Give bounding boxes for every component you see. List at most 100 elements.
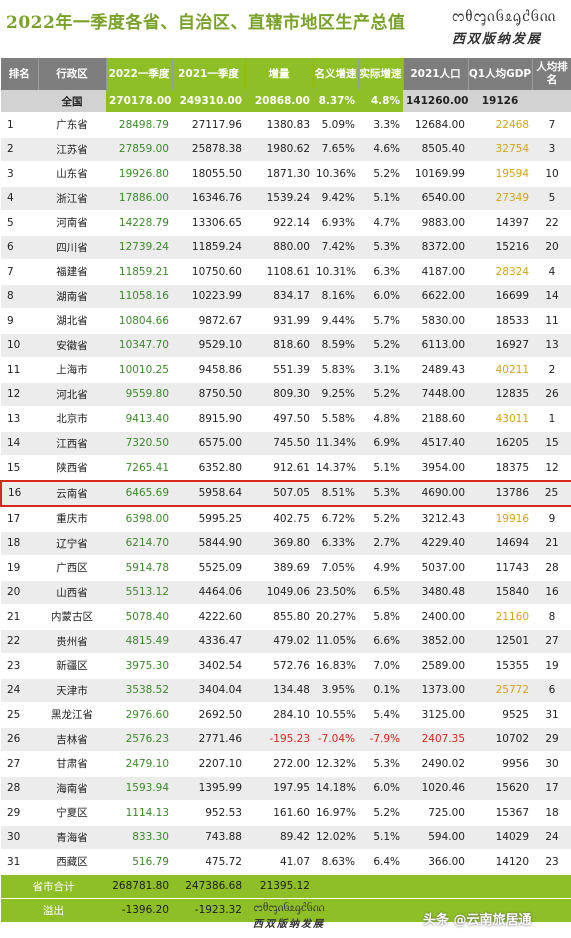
cell-increase: 284.10	[245, 702, 313, 728]
cell-name: 湖北省	[38, 308, 106, 334]
cell-real: 5.2%	[358, 506, 403, 532]
table-row: 22 贵州省 4815.49 4336.47 479.02 11.05% 6.6% 3852.…	[1, 629, 571, 654]
cell-q2021: 5844.90	[172, 531, 245, 556]
cell-real: 5.2%	[358, 161, 403, 187]
footer-logo: ᦂᦲᧅᦵᦑᦸᧂᦺᦑᦶ 西双版纳发展	[244, 900, 334, 930]
cell-name: 安徽省	[38, 333, 106, 358]
cell-q2022: 2479.10	[106, 751, 172, 777]
cell-q2021: 4464.06	[172, 580, 245, 605]
cell-population: 7448.00	[403, 382, 468, 407]
cell-q2021: 249310.00	[172, 90, 245, 113]
table-row: 10 安徽省 10347.70 9529.10 818.60 8.59% 5.2% 6113.…	[1, 333, 571, 358]
cell-nominal: 8.16%	[313, 284, 358, 309]
logo-chinese-text: 西双版纳发展	[452, 32, 543, 47]
cell-name: 吉林省	[38, 727, 106, 752]
cell-q2021: 3402.54	[172, 653, 245, 679]
cell-per_rank: 29	[532, 727, 571, 752]
table-row: 25 黑龙江省 2976.60 2692.50 284.10 10.55% 5.4% 3125…	[1, 702, 571, 728]
cell-q2022: 5513.12	[106, 580, 172, 605]
cell-population: 4517.40	[403, 431, 468, 456]
cell-nominal: 10.55%	[313, 702, 358, 728]
cell-per_capita: 11743	[468, 555, 532, 581]
cell-q2022: 11058.16	[106, 284, 172, 309]
overflow-label: 溢出	[1, 898, 106, 923]
cell-increase: 912.61	[245, 455, 313, 481]
sum-increase: 21395.12	[245, 874, 313, 899]
national-total-row: 全国 270178.00 249310.00 20868.00 8.37% 4.8% 141…	[1, 90, 571, 113]
cell-nominal: 16.83%	[313, 653, 358, 679]
cell-per_rank: 26	[532, 382, 571, 407]
cell-per_rank: 13	[532, 333, 571, 358]
cell-name: 上海市	[38, 357, 106, 383]
cell-rank: 24	[1, 678, 38, 703]
cell-per_rank: 20	[532, 235, 571, 260]
cell-real: 5.7%	[358, 308, 403, 334]
cell-real: 5.3%	[358, 751, 403, 777]
table-row: 29 宁夏区 1114.13 952.53 161.60 16.97% 5.2% 725.00…	[1, 800, 571, 826]
cell-q2022: 14228.79	[106, 210, 172, 236]
cell-name: 重庆市	[38, 506, 106, 532]
table-row: 1 广东省 28498.79 27117.96 1380.83 5.09% 3.3% 1268…	[1, 112, 571, 138]
cell-real: 5.8%	[358, 604, 403, 630]
cell-population: 2188.60	[403, 406, 468, 432]
cell-increase: 551.39	[245, 357, 313, 383]
cell-q2021: 13306.65	[172, 210, 245, 236]
cell-rank: 19	[1, 555, 38, 581]
cell-name: 山东省	[38, 161, 106, 187]
cell-q2022: 12739.24	[106, 235, 172, 260]
cell-per_capita: 9956	[468, 751, 532, 777]
cell-q2021: 9529.10	[172, 333, 245, 358]
cell-increase: 818.60	[245, 333, 313, 358]
brand-logo: ᦂᦲᧅᦵᦑᦸᧂᦺᦑᦶ 西双版纳发展	[452, 6, 567, 52]
cell-real: 5.2%	[358, 333, 403, 358]
cell-per_capita: 19126	[468, 90, 532, 113]
cell-increase: 931.99	[245, 308, 313, 334]
table-row: 21 内蒙古区 5078.40 4222.60 855.80 20.27% 5.8% 2400…	[1, 604, 571, 630]
cell-rank: 4	[1, 186, 38, 211]
cell-population: 3212.43	[403, 506, 468, 532]
cell-rank: 21	[1, 604, 38, 630]
cell-nominal: -7.04%	[313, 727, 358, 752]
cell-per_rank: 27	[532, 629, 571, 654]
cell-q2021: 9458.86	[172, 357, 245, 383]
cell-per_capita: 40211	[468, 357, 532, 383]
cell-name: 贵州省	[38, 629, 106, 654]
cell-population: 2589.00	[403, 653, 468, 679]
cell-nominal: 12.32%	[313, 751, 358, 777]
cell-real: 5.4%	[358, 702, 403, 728]
cell-q2022: 7265.41	[106, 455, 172, 481]
cell-real: 3.3%	[358, 112, 403, 138]
cell-per_rank: 5	[532, 186, 571, 211]
cell-per_capita: 10702	[468, 727, 532, 752]
cell-population: 366.00	[403, 849, 468, 875]
cell-population: 8372.00	[403, 235, 468, 260]
cell-population: 6113.00	[403, 333, 468, 358]
cell-rank: 16	[0, 479, 38, 507]
empty-cell	[358, 874, 403, 899]
cell-per_capita: 19916	[468, 506, 532, 532]
cell-q2021: 5995.25	[172, 506, 245, 532]
cell-rank: 18	[1, 531, 38, 556]
cell-q2022: 9413.40	[106, 406, 172, 432]
cell-name: 新疆区	[38, 653, 106, 679]
cell-increase: 1108.61	[245, 259, 313, 285]
cell-increase: 402.75	[245, 506, 313, 532]
cell-q2021: 11859.24	[172, 235, 245, 260]
cell-increase: 1539.24	[245, 186, 313, 211]
cell-name: 全国	[38, 90, 106, 113]
column-header: 2022一季度	[106, 58, 173, 90]
empty-cell	[313, 874, 358, 899]
cell-per_rank: 12	[532, 455, 571, 481]
table-row: 19 广西区 5914.78 5525.09 389.69 7.05% 4.9% 5037.0…	[1, 555, 571, 581]
cell-increase: 834.17	[245, 284, 313, 309]
cell-rank: 7	[1, 259, 38, 285]
cell-per_capita: 16699	[468, 284, 532, 309]
cell-real: -7.9%	[358, 727, 403, 752]
table-row: 11 上海市 10010.25 9458.86 551.39 5.83% 3.1% 2489.…	[1, 357, 571, 383]
cell-per_rank: 6	[532, 678, 571, 703]
cell-q2021: 3404.04	[172, 678, 245, 703]
footer-logo-chinese: 西双版纳发展	[253, 919, 325, 930]
table-row: 4 浙江省 17886.00 16346.76 1539.24 9.42% 5.1% 6540…	[1, 186, 571, 211]
cell-per_capita: 19594	[468, 161, 532, 187]
cell-rank: 6	[1, 235, 38, 260]
